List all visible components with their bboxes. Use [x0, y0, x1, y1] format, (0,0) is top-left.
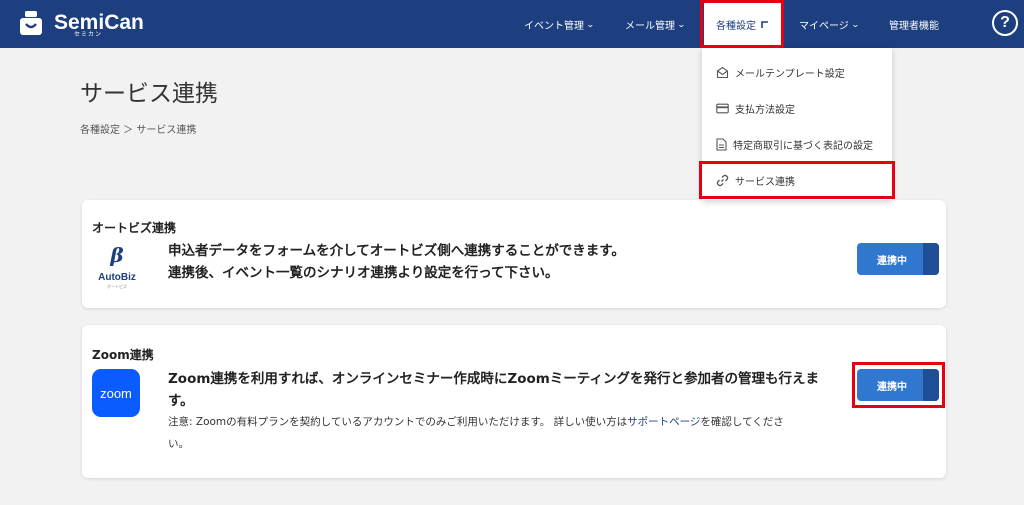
- cursor-icon: [761, 20, 768, 28]
- menu-item-label: メールテンプレート設定: [735, 68, 845, 80]
- autobiz-connect-button[interactable]: 連携中: [857, 243, 939, 275]
- svg-text:β: β: [109, 243, 123, 267]
- nav-label: マイページ: [799, 20, 849, 32]
- button-label: 連携中: [877, 255, 907, 267]
- credit-card-icon: [716, 103, 729, 113]
- nav-settings[interactable]: 各種設定: [704, 0, 782, 48]
- zoom-card: Zoom連携 zoom Zoom連携を利用すれば、オンラインセミナー作成時にZo…: [82, 325, 946, 478]
- chevron-down-icon: ⌄: [676, 19, 686, 29]
- app-logo[interactable]: SemiCan セミカン: [16, 9, 144, 38]
- button-label: 連携中: [877, 381, 907, 393]
- autobiz-logo-text: AutoBiz: [98, 272, 136, 283]
- mail-template-icon: [716, 66, 729, 78]
- nav-mail-management[interactable]: メール管理 ⌄: [625, 0, 686, 48]
- zoom-note-text: 注意: Zoomの有料プランを契約しているアカウントでのみご利用いただけます。 …: [168, 416, 628, 428]
- nav-admin[interactable]: 管理者機能: [889, 0, 939, 48]
- settings-dropdown-menu: メールテンプレート設定 支払方法設定 特定商取引に基づく表記の設定 サービス連携: [702, 48, 892, 200]
- zoom-description-line: す。: [168, 393, 194, 409]
- menu-item-label: 支払方法設定: [735, 104, 795, 116]
- app-name-sub: セミカン: [74, 31, 103, 38]
- autobiz-description-line: 連携後、イベント一覧のシナリオ連携より設定を行って下さい。: [168, 265, 559, 281]
- zoom-note-text: い。: [168, 438, 189, 450]
- nav-event-management[interactable]: イベント管理 ⌄: [524, 0, 595, 48]
- menu-item-label: 特定商取引に基づく表記の設定: [733, 140, 873, 152]
- menu-item-label: サービス連携: [735, 176, 795, 188]
- zoom-connect-button[interactable]: 連携中: [857, 369, 939, 401]
- nav-label: 管理者機能: [889, 20, 939, 32]
- breadcrumb[interactable]: 各種設定 ＞ サービス連携: [80, 121, 196, 136]
- nav-label: 各種設定: [716, 20, 756, 32]
- chevron-down-icon: ⌄: [585, 19, 595, 29]
- autobiz-description-line: 申込者データをフォームを介してオートビズ側へ連携することができます。: [168, 243, 625, 259]
- zoom-description: Zoom連携を利用すれば、オンラインセミナー作成時にZoomミーティングを発行と…: [168, 368, 819, 412]
- menu-item-commercial-law[interactable]: 特定商取引に基づく表記の設定: [702, 126, 892, 162]
- zoom-note-text: を確認してくださ: [700, 416, 784, 428]
- document-icon: [716, 137, 727, 151]
- autobiz-logo-sub: オートビズ: [107, 283, 127, 289]
- zoom-description-line: Zoom連携を利用すれば、オンラインセミナー作成時にZoomミーティングを発行と…: [168, 371, 819, 387]
- support-page-link[interactable]: サポートページ: [627, 416, 700, 428]
- autobiz-logo: β AutoBiz オートビズ: [98, 243, 136, 289]
- link-icon: [716, 174, 729, 186]
- header-bar: SemiCan セミカン イベント管理 ⌄ メール管理 ⌄ 各種設定 マイページ ⌄ …: [0, 0, 1024, 48]
- autobiz-card-title: オートビズ連携: [92, 221, 177, 235]
- autobiz-card: オートビズ連携 β AutoBiz オートビズ 申込者データをフォームを介してオ…: [82, 200, 946, 308]
- nav-label: イベント管理: [524, 20, 584, 32]
- menu-item-mail-template[interactable]: メールテンプレート設定: [702, 54, 892, 90]
- zoom-note: 注意: Zoomの有料プランを契約しているアカウントでのみご利用いただけます。 …: [168, 411, 784, 455]
- help-icon[interactable]: ?: [992, 10, 1018, 36]
- chevron-down-icon: ⌄: [850, 19, 860, 29]
- menu-item-payment-method[interactable]: 支払方法設定: [702, 90, 892, 126]
- zoom-logo: zoom: [92, 369, 140, 417]
- autobiz-description: 申込者データをフォームを介してオートビズ側へ連携することができます。 連携後、イ…: [168, 240, 625, 284]
- zoom-card-title: Zoom連携: [92, 348, 154, 362]
- nav-label: メール管理: [625, 20, 675, 32]
- logo-icon: [20, 11, 42, 35]
- nav-mypage[interactable]: マイページ ⌄: [799, 0, 860, 48]
- menu-item-service-integration[interactable]: サービス連携: [702, 162, 892, 198]
- page-title: サービス連携: [80, 81, 218, 107]
